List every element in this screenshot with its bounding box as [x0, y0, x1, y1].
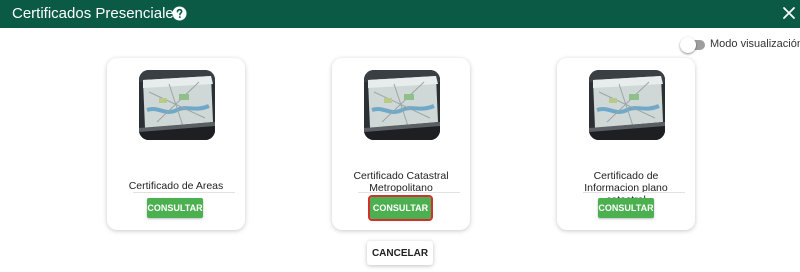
cancel-button[interactable]: CANCELAR	[367, 241, 433, 265]
card-certificado-informacion: Certificado de Informacion plano catastr…	[557, 58, 695, 230]
close-icon[interactable]	[781, 5, 797, 21]
card-certificado-catastral: Certificado Catastral Metropolitano CONS…	[332, 58, 470, 230]
dialog-title: Certificados Presenciales	[12, 5, 182, 22]
toggle-knob	[680, 37, 696, 53]
map-laptop-image	[139, 70, 215, 140]
dialog-header: Certificados Presenciales	[0, 0, 800, 28]
card-divider	[583, 192, 685, 193]
card-certificado-areas: Certificado de Areas CONSULTAR	[107, 58, 245, 230]
map-laptop-image	[364, 70, 440, 140]
consultar-button[interactable]: CONSULTAR	[598, 198, 654, 218]
consultar-button[interactable]: CONSULTAR	[368, 195, 433, 221]
map-laptop-image	[589, 70, 665, 140]
card-divider	[358, 192, 460, 193]
consultar-button[interactable]: CONSULTAR	[147, 198, 203, 218]
card-divider	[133, 192, 235, 193]
card-title: Certificado de Areas	[128, 180, 224, 192]
card-title: Certificado Catastral Metropolitano	[353, 170, 449, 194]
view-mode-label: Modo visualización	[710, 38, 800, 50]
help-circle-icon[interactable]	[172, 6, 187, 21]
view-mode-toggle[interactable]	[680, 37, 706, 53]
